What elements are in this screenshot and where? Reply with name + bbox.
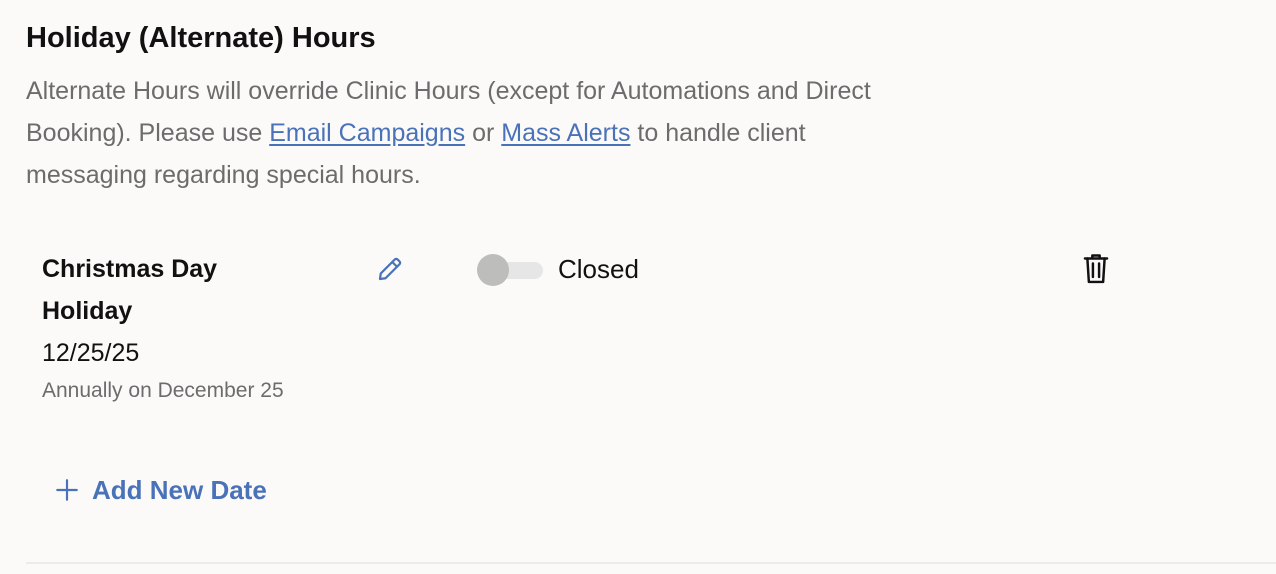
section-description: Alternate Hours will override Clinic Hou… [26,70,906,196]
toggle-knob [477,254,509,286]
open-closed-toggle[interactable] [477,254,543,286]
plus-icon [56,479,78,501]
add-new-date-button[interactable]: Add New Date [54,470,267,510]
pencil-icon [378,257,402,281]
holiday-date: 12/25/25 [42,339,140,367]
email-campaigns-link[interactable]: Email Campaigns [269,119,465,147]
toggle-status-label: Closed [558,254,639,284]
delete-holiday-button[interactable] [1081,253,1111,285]
trash-icon [1083,254,1109,284]
holiday-recurrence: Annually on December 25 [42,379,284,402]
mass-alerts-link[interactable]: Mass Alerts [501,119,630,147]
section-divider [26,562,1276,564]
holiday-row: Christmas Day Holiday 12/25/25 Annually … [0,240,1276,420]
add-new-date-label: Add New Date [92,474,267,505]
edit-holiday-button[interactable] [375,254,405,284]
section-title: Holiday (Alternate) Hours [26,22,376,54]
holiday-name: Christmas Day Holiday [42,255,218,325]
description-text-middle: or [465,119,502,147]
